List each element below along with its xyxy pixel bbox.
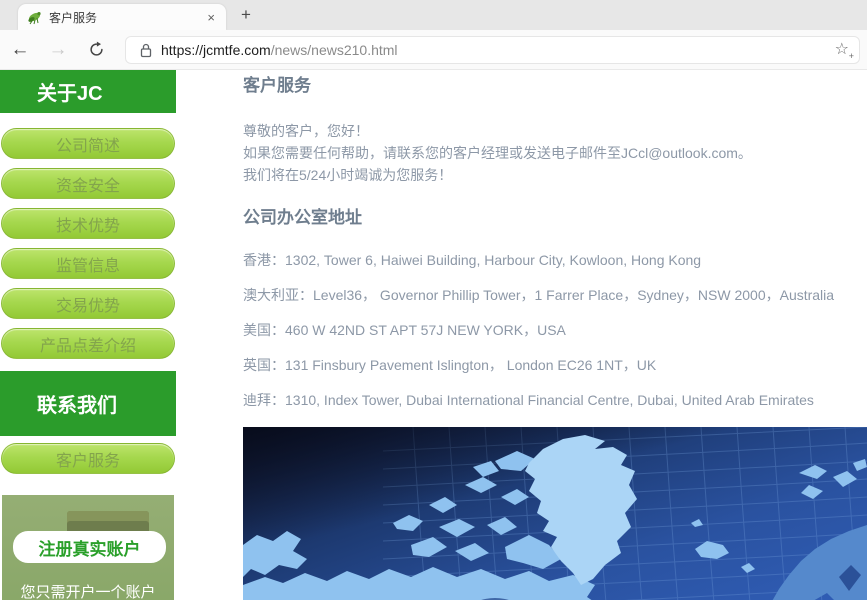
sidebar: 关于JC 公司简述 资金安全 技术优势 监管信息 交易优势 产品点差介绍 联系我… — [0, 70, 176, 600]
address-hong-kong: 香港：1302, Tower 6, Haiwei Building, Harbo… — [243, 252, 867, 268]
new-tab-button[interactable]: + — [233, 3, 259, 27]
sidebar-section-about-jc: 关于JC — [0, 70, 176, 113]
address-australia: 澳大利亚：Level36， Governor Phillip Tower，1 F… — [243, 287, 867, 303]
browser-toolbar: ← → https://jcmtfe.com/news/news210.html… — [0, 30, 867, 70]
greeting-paragraph: 尊敬的客户，您好！如果您需要任何帮助，请联系您的客户经理或发送电子邮件至JCcl… — [243, 120, 867, 186]
promo-caption: 您只需开户一个账户 — [2, 581, 174, 600]
browser-window: 客户服务 × + ← → https://jcmtfe.com/news/new… — [0, 0, 867, 600]
tab-customer-service[interactable]: 客户服务 × — [18, 4, 226, 30]
address-usa: 美国：460 W 42ND ST APT 57J NEW YORK，USA — [243, 322, 867, 338]
tab-close-icon[interactable]: × — [204, 11, 218, 24]
grasshopper-favicon-icon — [26, 9, 42, 25]
sidebar-item-company-overview[interactable]: 公司简述 — [1, 128, 175, 159]
url-host: https://jcmtfe.com — [161, 42, 271, 58]
url-path: /news/news210.html — [271, 42, 398, 58]
tab-strip: 客户服务 × + — [0, 0, 867, 30]
sidebar-item-fund-safety[interactable]: 资金安全 — [1, 168, 175, 199]
address-list: 香港：1302, Tower 6, Haiwei Building, Harbo… — [243, 252, 867, 408]
address-bar[interactable]: https://jcmtfe.com/news/news210.html ☆+ — [125, 36, 860, 64]
sidebar-promo-banner: 注册真实账户 您只需开户一个账户 — [2, 495, 174, 600]
sidebar-item-product-spreads[interactable]: 产品点差介绍 — [1, 328, 175, 359]
tab-title: 客户服务 — [49, 9, 204, 26]
office-address-title: 公司办公室地址 — [243, 210, 867, 226]
address-uk: 英国：131 Finsbury Pavement Islington， Lond… — [243, 357, 867, 373]
sidebar-nav: 公司简述 资金安全 技术优势 监管信息 交易优势 产品点差介绍 — [0, 128, 176, 359]
sidebar-item-tech-advantage[interactable]: 技术优势 — [1, 208, 175, 239]
refresh-icon — [88, 41, 105, 58]
back-button[interactable]: ← — [5, 40, 35, 59]
star-add-favorite-icon[interactable]: ☆+ — [835, 42, 849, 58]
sidebar-item-regulatory-info[interactable]: 监管信息 — [1, 248, 175, 279]
register-real-account-button[interactable]: 注册真实账户 — [13, 531, 166, 563]
sidebar-item-customer-service[interactable]: 客户服务 — [1, 443, 175, 474]
sidebar-section-contact-us: 联系我们 — [0, 371, 176, 436]
page-title: 客户服务 — [243, 78, 867, 94]
refresh-button[interactable] — [81, 41, 111, 58]
lock-icon — [140, 43, 152, 58]
forward-button: → — [43, 40, 73, 59]
address-dubai: 迪拜：1310, Index Tower, Dubai Internationa… — [243, 392, 867, 408]
main-content: 客户服务 尊敬的客户，您好！如果您需要任何帮助，请联系您的客户经理或发送电子邮件… — [176, 70, 867, 600]
world-map-image — [243, 427, 867, 600]
sidebar-item-trading-advantage[interactable]: 交易优势 — [1, 288, 175, 319]
page-content: 关于JC 公司简述 资金安全 技术优势 监管信息 交易优势 产品点差介绍 联系我… — [0, 70, 867, 600]
